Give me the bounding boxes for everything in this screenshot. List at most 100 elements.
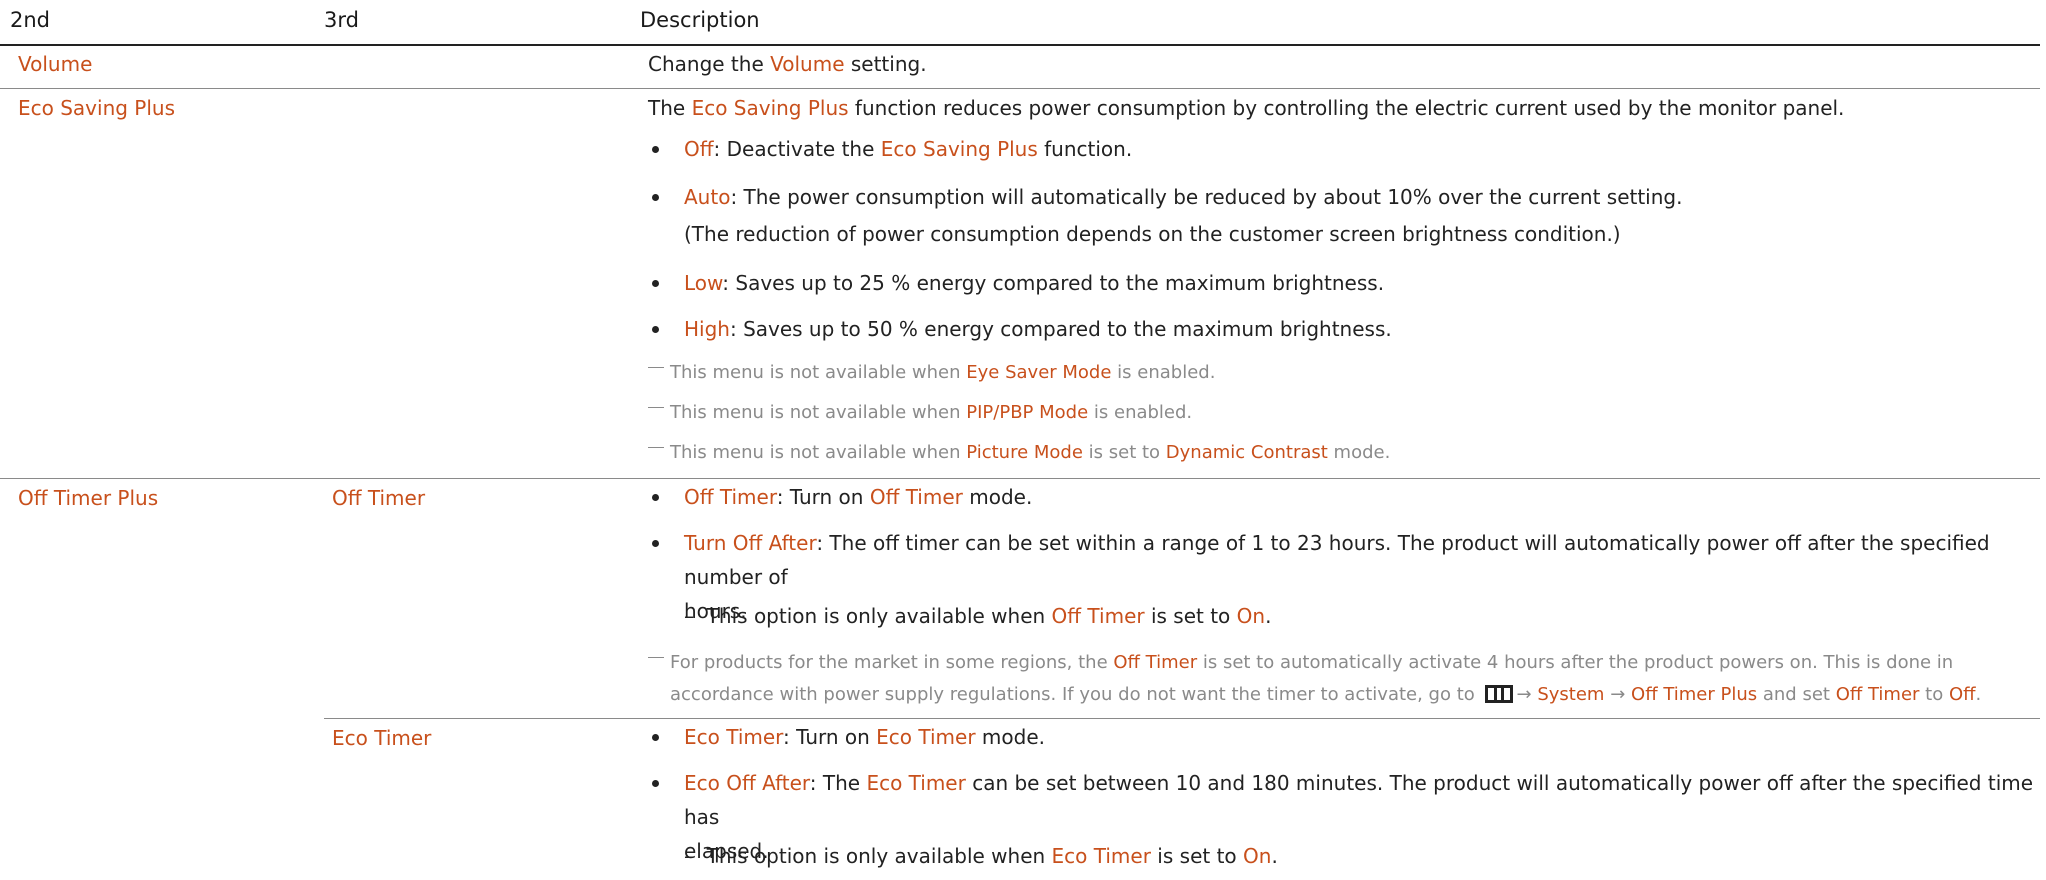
- header-3rd: 3rd: [324, 8, 359, 32]
- dash-marker-icon: –: [684, 604, 707, 628]
- text: setting.: [844, 52, 927, 76]
- bullet-icon: [652, 326, 659, 333]
- auto-subnote: (The reduction of power consumption depe…: [684, 222, 1621, 246]
- arrow-icon: →: [1610, 684, 1626, 705]
- arrow-icon: →: [1516, 684, 1532, 705]
- eco-timer-dash-note: – This option is only available when Eco…: [684, 844, 1278, 868]
- note-dash-icon: [648, 656, 664, 658]
- text: to: [1919, 684, 1949, 705]
- highlight: Eco Off After: [684, 771, 810, 795]
- eco-note-pip-pbp: This menu is not available when PIP/PBP …: [648, 398, 1192, 428]
- text: : Saves up to 50 % energy compared to th…: [729, 317, 1392, 341]
- highlight: On: [1243, 844, 1272, 868]
- text: This option is only available when: [706, 844, 1052, 868]
- highlight: Off Timer Plus: [1631, 684, 1758, 705]
- highlight: Volume: [770, 52, 845, 76]
- highlight: Eco Timer: [866, 771, 966, 795]
- row-volume-label: Volume: [18, 52, 93, 76]
- dash-marker-icon: –: [684, 844, 707, 868]
- text: is set to: [1082, 442, 1166, 463]
- bullet-icon: [652, 734, 659, 741]
- highlight: PIP/PBP Mode: [966, 402, 1089, 423]
- text: .: [1271, 844, 1278, 868]
- text: .: [1975, 684, 1982, 705]
- highlight: Turn Off After: [684, 531, 817, 555]
- text: : The: [809, 771, 867, 795]
- highlight: Off Timer: [1113, 652, 1198, 673]
- text: mode.: [962, 485, 1033, 509]
- highlight: System: [1537, 684, 1605, 705]
- highlight: Off Timer: [869, 485, 963, 509]
- header-2nd: 2nd: [10, 8, 51, 32]
- header-rule: [0, 44, 2040, 46]
- note-dash-icon: [648, 366, 664, 368]
- text: : Turn on: [783, 725, 877, 749]
- highlight: Eco Timer: [684, 725, 784, 749]
- bullet-icon: [652, 280, 659, 287]
- off-timer-region-note-cont: accordance with power supply regulations…: [670, 680, 1981, 710]
- highlight: Eco Saving Plus: [880, 137, 1038, 161]
- text: For products for the market in some regi…: [670, 652, 1114, 673]
- highlight: Eye Saver Mode: [966, 362, 1112, 383]
- highlight: Eco Saving Plus: [691, 96, 849, 120]
- row-off-timer-plus-label: Off Timer Plus: [18, 486, 159, 510]
- text: is set to automatically activate 4 hours…: [1197, 652, 1954, 673]
- row-eco-saving-plus-label: Eco Saving Plus: [18, 96, 176, 120]
- text: is enabled.: [1111, 362, 1216, 383]
- text: function.: [1037, 137, 1133, 161]
- row-divider: [0, 88, 2040, 89]
- highlight: Eco Timer: [876, 725, 976, 749]
- text: : Turn on: [776, 485, 870, 509]
- highlight: Off Timer: [684, 485, 777, 509]
- menu-icon: [1484, 685, 1513, 703]
- eco-note-picture-mode: This menu is not available when Picture …: [648, 438, 1390, 468]
- text: Change the: [648, 52, 771, 76]
- highlight: Off: [684, 137, 714, 161]
- text: is set to: [1144, 604, 1237, 628]
- highlight: Dynamic Contrast: [1165, 442, 1328, 463]
- text: is set to: [1150, 844, 1244, 868]
- bullet-icon: [652, 194, 659, 201]
- eco-note-eye-saver: This menu is not available when Eye Save…: [648, 358, 1215, 388]
- text: This menu is not available when: [670, 442, 967, 463]
- row-divider: [0, 478, 2040, 479]
- text: is enabled.: [1088, 402, 1193, 423]
- row-off-timer-sublabel: Off Timer: [332, 486, 426, 510]
- text: mode.: [975, 725, 1046, 749]
- highlight: Auto: [684, 185, 731, 209]
- text: : The off timer can be set within a rang…: [684, 531, 1990, 589]
- text: .: [1265, 604, 1272, 628]
- note-dash-icon: [648, 446, 664, 448]
- settings-table: 2nd 3rd Description Volume Change the Vo…: [0, 0, 2046, 880]
- off-timer-region-note: For products for the market in some regi…: [648, 648, 1953, 678]
- highlight: High: [684, 317, 730, 341]
- row-divider: [324, 718, 2040, 719]
- text: This menu is not available when: [670, 362, 967, 383]
- text: : Deactivate the: [713, 137, 881, 161]
- highlight: Off Timer: [1051, 604, 1145, 628]
- bullet-icon: [652, 780, 659, 787]
- row-eco-timer-sublabel: Eco Timer: [332, 726, 432, 750]
- highlight: Low: [684, 271, 723, 295]
- row-volume-description: Change the Volume setting.: [648, 52, 927, 76]
- bullet-icon: [652, 494, 659, 501]
- off-timer-dash-note: – This option is only available when Off…: [684, 604, 1271, 628]
- header-description: Description: [640, 8, 760, 32]
- text: and set: [1757, 684, 1836, 705]
- bullet-icon: [652, 540, 659, 547]
- highlight: Eco Timer: [1051, 844, 1151, 868]
- highlight: Off: [1948, 684, 1976, 705]
- note-dash-icon: [648, 406, 664, 408]
- text: : The power consumption will automatical…: [730, 185, 1683, 209]
- text: mode.: [1327, 442, 1391, 463]
- text: function reduces power consumption by co…: [848, 96, 1845, 120]
- bullet-icon: [652, 146, 659, 153]
- text: The: [648, 96, 692, 120]
- highlight: On: [1236, 604, 1266, 628]
- text: accordance with power supply regulations…: [670, 684, 1481, 705]
- highlight: Off Timer: [1835, 684, 1920, 705]
- eco-intro: The Eco Saving Plus function reduces pow…: [648, 96, 1844, 120]
- highlight: Picture Mode: [966, 442, 1083, 463]
- text: This menu is not available when: [670, 402, 967, 423]
- text: : Saves up to 25 % energy compared to th…: [722, 271, 1385, 295]
